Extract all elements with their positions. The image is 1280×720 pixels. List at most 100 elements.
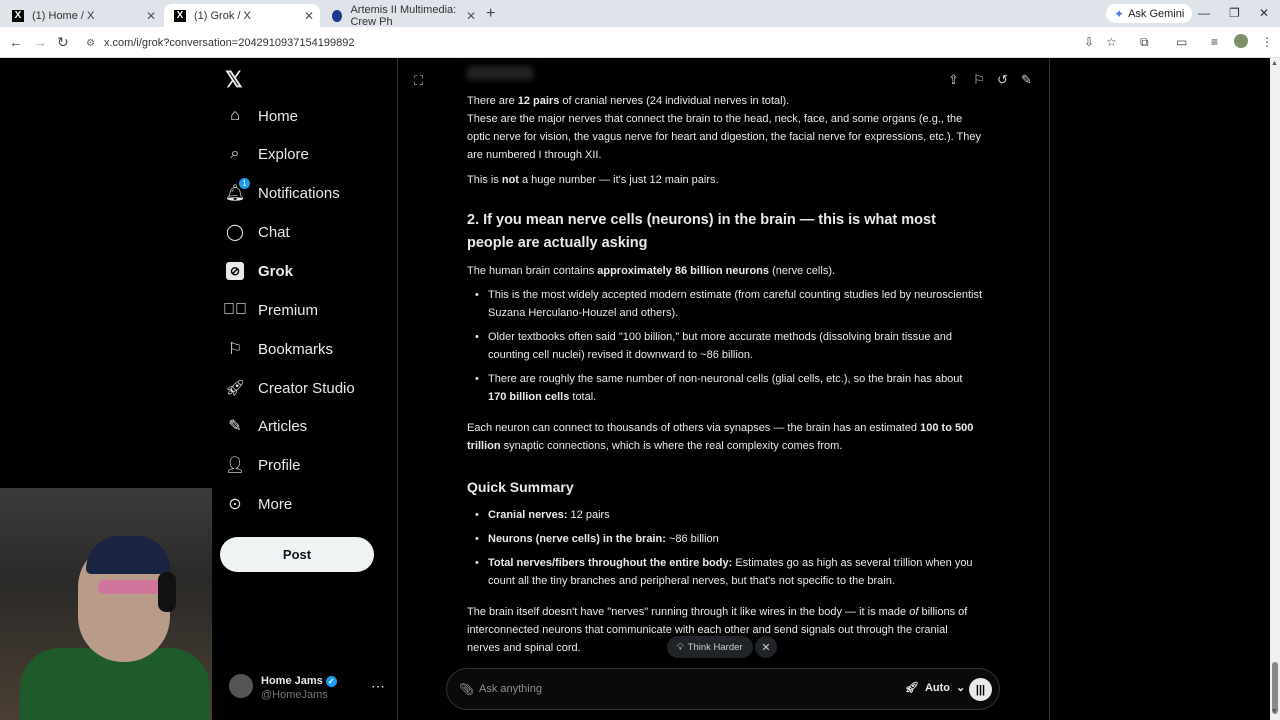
bell-icon: 🔔︎ 1	[225, 178, 250, 202]
search-icon: ⌕	[230, 145, 240, 162]
grok-icon: ⊘	[226, 262, 244, 280]
avatar	[229, 674, 253, 698]
composer: 📎︎ 🚀︎ Auto ⌄ |||	[446, 668, 1000, 710]
verified-badge-icon: ✓	[325, 676, 337, 687]
sidebar-item-explore[interactable]: ⌕ Explore	[226, 140, 309, 168]
scroll-down-icon[interactable]: ▼	[1271, 708, 1278, 715]
browser-tab-bar: X (1) Home / X ✕ X (1) Grok / X ✕ Artemi…	[0, 0, 1280, 28]
bold-text: 170 billion cells	[488, 391, 570, 403]
bookmark-outline-icon[interactable]: ⚐	[973, 72, 985, 88]
left-divider	[397, 58, 398, 720]
tab-grok[interactable]: X (1) Grok / X ✕	[164, 4, 320, 27]
nasa-favicon-icon	[332, 9, 343, 22]
mode-selector[interactable]: 🚀︎ Auto ⌄	[905, 681, 966, 695]
text: There are	[467, 95, 518, 107]
close-icon[interactable]: ✕	[304, 9, 314, 23]
bold-text: Neurons (nerve cells) in the brain:	[488, 533, 666, 545]
back-icon[interactable]: ←	[9, 34, 23, 50]
close-icon[interactable]: ✕	[146, 9, 156, 23]
restore-icon[interactable]: ❐	[1229, 6, 1240, 20]
text: 12 pairs	[567, 509, 610, 521]
text: The brain itself doesn't have "nerves" r…	[467, 606, 910, 618]
sidebar-item-bookmarks[interactable]: ⚐ Bookmarks	[226, 335, 333, 363]
user-display-name: Home Jams ✓	[261, 675, 337, 687]
text: There are roughly the same number of non…	[488, 373, 963, 385]
sidebar-item-premium[interactable]: ✓⃝ Premium	[223, 296, 318, 324]
bold-text: 12 pairs	[517, 95, 560, 107]
ask-gemini-button[interactable]: ✦ Ask Gemini	[1106, 4, 1193, 23]
sidebar-item-label: Bookmarks	[258, 340, 334, 358]
window-close-icon[interactable]: ✕	[1259, 6, 1269, 20]
install-icon[interactable]: ⇩	[1084, 35, 1094, 49]
gemini-sparkle-icon: ✦	[1114, 6, 1125, 21]
bold-text: Cranial nerves:	[488, 509, 568, 521]
think-harder-button[interactable]: 💡︎ Think Harder	[667, 636, 753, 658]
sidebar-item-articles[interactable]: ✎ Articles	[226, 412, 307, 440]
expand-icon[interactable]: ⛶	[414, 73, 423, 89]
text: (nerve cells).	[769, 265, 836, 277]
forward-icon[interactable]: →	[33, 34, 47, 50]
sidebar-item-label: More	[258, 495, 293, 513]
attach-icon[interactable]: 📎︎	[459, 682, 474, 696]
share-icon[interactable]: ⇪	[948, 72, 959, 88]
x-logo-icon[interactable]: 𝕏	[225, 67, 243, 93]
italic-text: of	[909, 606, 919, 618]
tab-artemis[interactable]: Artemis II Multimedia: Crew Ph ✕	[322, 3, 482, 28]
notification-badge: 1	[239, 178, 250, 189]
bookmark-star-icon[interactable]: ☆	[1106, 35, 1117, 49]
browser-profile-avatar[interactable]	[1234, 34, 1248, 48]
dismiss-close-icon[interactable]: ✕	[755, 636, 777, 658]
more-circle-icon: ⊙	[228, 496, 242, 513]
ask-input[interactable]	[479, 680, 859, 698]
articles-icon: ✎	[228, 418, 242, 435]
response-paragraph: Each neuron can connect to thousands of …	[467, 419, 982, 455]
response-paragraph: This is not a huge number — it's just 12…	[467, 171, 982, 189]
text: This is	[467, 174, 502, 186]
close-icon[interactable]: ✕	[466, 9, 476, 23]
list-item: Total nerves/fibers throughout the entir…	[475, 554, 983, 590]
tab-label: (1) Home / X	[32, 9, 95, 22]
url-text: x.com/i/grok?conversation=20429109371541…	[104, 37, 355, 49]
list-item: This is the most widely accepted modern …	[475, 286, 983, 322]
sidebar-item-more[interactable]: ⊙ More	[226, 490, 292, 518]
list-item: Neurons (nerve cells) in the brain: ~86 …	[475, 530, 983, 548]
scroll-thumb[interactable]	[1272, 662, 1278, 714]
history-icon[interactable]: ↺	[997, 72, 1008, 88]
ask-gemini-label: Ask Gemini	[1128, 7, 1185, 20]
media-icon[interactable]: ≡	[1211, 35, 1218, 49]
new-chat-icon[interactable]: ✎	[1021, 72, 1032, 88]
side-panel-icon[interactable]: ▭	[1176, 35, 1187, 49]
home-icon: ⌂	[230, 107, 240, 124]
post-button[interactable]: Post	[220, 537, 374, 572]
page-scrollbar[interactable]: ▲ ▼	[1270, 58, 1280, 720]
response-paragraph: There are 12 pairs of cranial nerves (24…	[467, 92, 982, 110]
text: ~86 billion	[665, 533, 719, 545]
sidebar-item-creator-studio[interactable]: 🚀︎ Creator Studio	[225, 374, 355, 402]
sidebar-item-chat[interactable]: ◯ Chat	[226, 218, 290, 246]
browser-menu-icon[interactable]: ⋮	[1261, 35, 1273, 49]
tab-label: (1) Grok / X	[194, 9, 251, 22]
sidebar-item-profile[interactable]: 👤︎ Profile	[224, 451, 301, 479]
new-tab-icon[interactable]: +	[486, 5, 495, 23]
response-paragraph: The human brain contains approximately 8…	[467, 262, 982, 280]
chevron-down-icon: ⌄	[956, 682, 966, 694]
person-icon: 👤︎	[224, 457, 246, 474]
sidebar-item-label: Chat	[258, 223, 290, 241]
url-field[interactable]: ⚙ x.com/i/grok?conversation=204291093715…	[80, 32, 1130, 54]
minimize-icon[interactable]: —	[1198, 6, 1210, 20]
list-item: There are roughly the same number of non…	[475, 370, 983, 406]
webcam-person-hat	[86, 536, 170, 574]
extensions-icon[interactable]: ⧉	[1140, 35, 1149, 50]
tab-label: Artemis II Multimedia: Crew Ph	[350, 3, 457, 28]
sidebar-item-label: Creator Studio	[258, 379, 355, 397]
site-info-icon[interactable]: ⚙	[86, 38, 95, 49]
rocket-icon: 🚀︎	[905, 682, 919, 694]
sidebar-item-notifications[interactable]: 🔔︎ 1 Notifications	[225, 178, 340, 207]
tab-home[interactable]: X (1) Home / X ✕	[2, 4, 162, 27]
reload-icon[interactable]: ↻	[57, 34, 69, 51]
voice-mode-icon[interactable]: |||	[969, 678, 992, 701]
more-dots-icon[interactable]: ⋯	[371, 678, 385, 695]
scroll-up-icon[interactable]: ▲	[1271, 60, 1278, 67]
sidebar-item-grok[interactable]: ⊘ Grok	[226, 257, 293, 285]
sidebar-item-home[interactable]: ⌂ Home	[226, 102, 298, 130]
